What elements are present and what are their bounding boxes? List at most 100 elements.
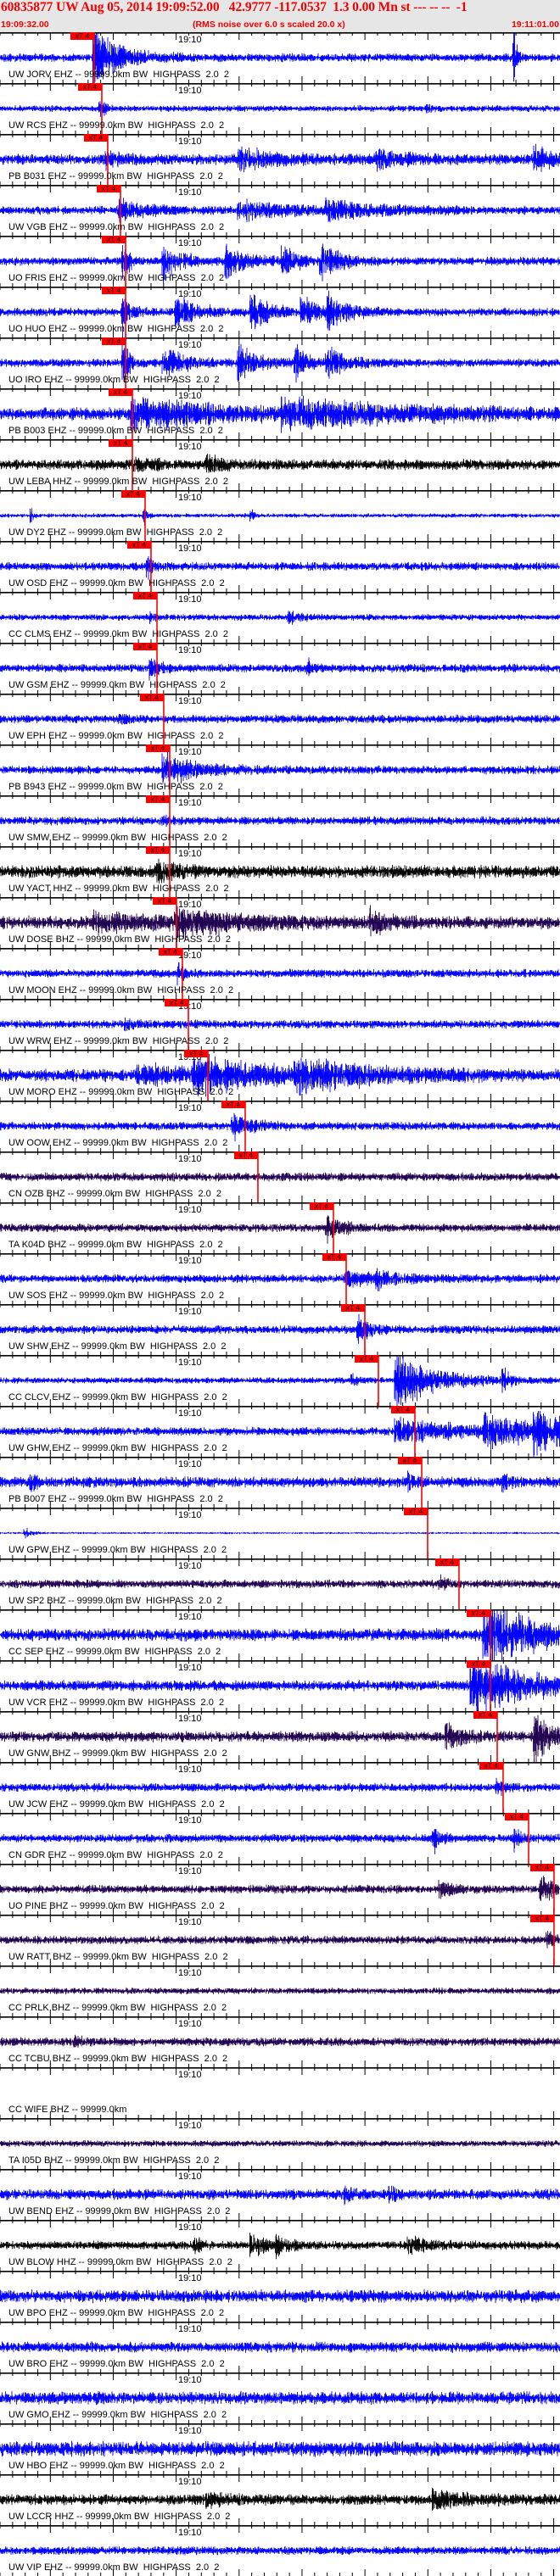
station-label: UW GNW BHZ -- 99999.0km BW HIGHPASS 2.0 … [8, 1748, 227, 1759]
waveform-trace [0, 750, 560, 784]
minute-label: 19:10 [178, 1459, 202, 1469]
pick-marker[interactable]: xT 4 [97, 185, 120, 192]
waveform-trace [0, 858, 560, 884]
pick-marker[interactable]: xT 4 [403, 1508, 428, 1515]
end-time: 19:11:01.00 [511, 20, 559, 30]
pick-marker[interactable]: xT 4 [102, 287, 126, 294]
pick-marker[interactable]: xT 4 [479, 1762, 503, 1770]
pick-marker[interactable]: xT 4 [70, 32, 94, 40]
pick-marker[interactable]: xT 4 [139, 694, 164, 701]
station-panel: 19:10 CN GDR EHZ -- 99999.0km BW HIGHPASS… [0, 1813, 560, 1864]
station-panel: 19:10 UW DY2 EHZ -- 99999.0km BW HIGHPASS… [0, 490, 560, 541]
station-panel: 19:10 UW VGB EHZ -- 99999.0km BW HIGHPASS… [0, 185, 560, 236]
minute-label: 19:10 [178, 35, 202, 45]
waveform-trace [0, 1574, 560, 1591]
pick-marker[interactable]: xT 4 [390, 1406, 415, 1413]
pick-marker[interactable]: xT 4 [146, 795, 170, 803]
minute-label: 19:10 [178, 2375, 202, 2385]
pick-marker[interactable]: xT 4 [158, 948, 182, 956]
station-label: UW VIP EHZ -- 99999.0km BW HIGHPASS 2.0 … [8, 2562, 220, 2573]
minute-label: 19:10 [178, 1561, 202, 1571]
minute-label: 19:10 [178, 2019, 202, 2029]
pick-marker[interactable]: xT 4 [77, 83, 102, 91]
waveform-trace [0, 2034, 560, 2048]
pick-marker[interactable]: xT 4 [102, 337, 126, 345]
pick-marker[interactable]: xT 4 [109, 388, 133, 396]
station-label: CC CLMS EHZ -- 99999.0km BW HIGHPASS 2.0… [8, 629, 228, 639]
pick-marker[interactable]: xT 4 [473, 1711, 497, 1719]
station-label: CC SEP EHZ -- 99999.0km BW HIGHPASS 2.0 … [8, 1647, 221, 1657]
pick-marker[interactable]: xT 4 [102, 236, 126, 243]
pick-marker[interactable]: xT 4 [354, 1355, 378, 1363]
station-panel: 19:10 PB B031 EHZ -- 99999.0km BW HIGHPAS… [0, 134, 560, 185]
pick-marker[interactable]: xT 4 [466, 1660, 490, 1668]
station-panel: 19:10 CC WIFE BHZ -- 99999.0km [0, 2067, 560, 2118]
waveform-trace [0, 962, 560, 986]
pick-marker[interactable]: xT 4 [221, 1101, 245, 1108]
station-panel: 19:10 UW BRO EHZ -- 99999.0km BW HIGHPASS… [0, 2322, 560, 2372]
waveform-trace [0, 1313, 560, 1344]
station-label: UW EPH EHZ -- 99999.0km BW HIGHPASS 2.0 … [8, 731, 224, 741]
pick-marker[interactable]: xT 4 [153, 897, 176, 905]
pick-marker[interactable]: xT 4 [184, 1050, 209, 1057]
pick-marker[interactable]: xT 4 [504, 1813, 529, 1820]
station-label: UW SMW EHZ -- 99999.0km BW HIGHPASS 2.0 … [8, 833, 227, 843]
minute-label: 19:10 [178, 645, 202, 655]
minute-label: 19:10 [178, 2070, 202, 2080]
pick-marker[interactable]: xT 4 [233, 1151, 258, 1159]
waveform-trace [0, 814, 560, 827]
pick-marker[interactable]: xT 4 [146, 846, 170, 854]
station-panel: 19:10 UW SMW EHZ -- 99999.0km BW HIGHPASS… [0, 795, 560, 846]
minute-label: 19:10 [178, 2273, 202, 2283]
pick-marker[interactable]: xT 4 [434, 1558, 459, 1566]
station-label: CN OZB BHZ -- 99999.0km BW HIGHPASS 2.0 … [8, 1189, 222, 1199]
minute-label: 19:10 [178, 798, 202, 808]
station-panel: 19:10 CN OZB BHZ -- 99999.0km BW HIGHPASS… [0, 1151, 560, 1202]
minute-label: 19:10 [178, 1765, 202, 1775]
pick-marker[interactable]: xT 4 [133, 592, 158, 599]
pick-marker[interactable]: xT 4 [133, 643, 158, 650]
station-label: UW JORV EHZ -- 99999.0km BW HIGHPASS 2.0… [8, 70, 229, 80]
station-label: UO FRIS EHZ -- 99999.0km BW HIGHPASS 2.0… [8, 273, 225, 283]
station-panel: 19:10 UO IRO EHZ -- 99999.0km BW HIGHPASS… [0, 337, 560, 388]
waveform-trace [0, 143, 560, 173]
pick-marker[interactable]: xT 4 [165, 999, 189, 1006]
pick-marker[interactable]: xT 4 [529, 1864, 554, 1871]
pick-marker[interactable]: xT 4 [83, 134, 108, 142]
waveform-trace [0, 2233, 560, 2260]
pick-marker[interactable]: xT 4 [529, 1915, 554, 1922]
pick-marker[interactable]: xT 4 [121, 490, 145, 498]
minute-label: 19:10 [178, 1510, 202, 1520]
station-panel: 19:10 UW BPO EHZ -- 99999.0km BW HIGHPASS… [0, 2271, 560, 2322]
station-label: UO HUO EHZ -- 99999.0km BW HIGHPASS 2.0 … [8, 324, 224, 334]
pick-marker[interactable]: xT 4 [309, 1202, 333, 1210]
station-panel: 19:10 UW MORO EHZ -- 99999.0km BW HIGHPAS… [0, 1050, 560, 1101]
station-panel: 19:10 CC CLCV EHZ -- 99999.0km BW HIGHPAS… [0, 1355, 560, 1406]
pick-marker[interactable]: xT 4 [340, 1304, 365, 1312]
station-label: UW VGB EHZ -- 99999.0km BW HIGHPASS 2.0 … [8, 222, 225, 232]
station-label: UW BLOW HHZ -- 99999.0km BW HIGHPASS 2.0… [8, 2257, 232, 2267]
waveform-trace [0, 1931, 560, 1949]
pick-marker[interactable]: xT 4 [466, 1609, 490, 1617]
station-label: PB B943 EHZ -- 99999.0km BW HIGHPASS 2.0… [8, 782, 223, 792]
minute-label: 19:10 [178, 849, 202, 859]
waveform-trace [0, 1268, 560, 1291]
station-panel: 19:10 TA K04D BHZ -- 99999.0km BW HIGHPAS… [0, 1202, 560, 1253]
pick-marker[interactable]: xT 4 [109, 439, 133, 447]
minute-label: 19:10 [178, 2172, 202, 2182]
pick-marker[interactable]: xT 4 [126, 541, 151, 549]
pick-marker[interactable]: xT 4 [398, 1457, 422, 1464]
minute-label: 19:10 [178, 2528, 202, 2538]
minute-label: 19:10 [178, 1917, 202, 1927]
station-label: UW GPW EHZ -- 99999.0km BW HIGHPASS 2.0 … [8, 1545, 227, 1555]
station-panel: 19:10 UW GNW BHZ -- 99999.0km BW HIGHPASS… [0, 1711, 560, 1762]
pick-marker[interactable]: xT 4 [146, 744, 170, 752]
station-panel: 19:10 UW SP2 BHZ -- 99999.0km BW HIGHPASS… [0, 1558, 560, 1609]
pick-marker[interactable]: xT 4 [322, 1253, 346, 1261]
waveform-trace [0, 1876, 560, 1901]
station-label: CN GDR EHZ -- 99999.0km BW HIGHPASS 2.0 … [8, 1850, 223, 1860]
station-label: UW WRW EHZ -- 99999.0km BW HIGHPASS 2.0 … [8, 1036, 229, 1046]
station-panel: 19:10 TA I05D BHZ -- 99999.0km BW HIGHPAS… [0, 2118, 560, 2169]
minute-label: 19:10 [178, 2426, 202, 2436]
waveform-trace [0, 556, 560, 580]
